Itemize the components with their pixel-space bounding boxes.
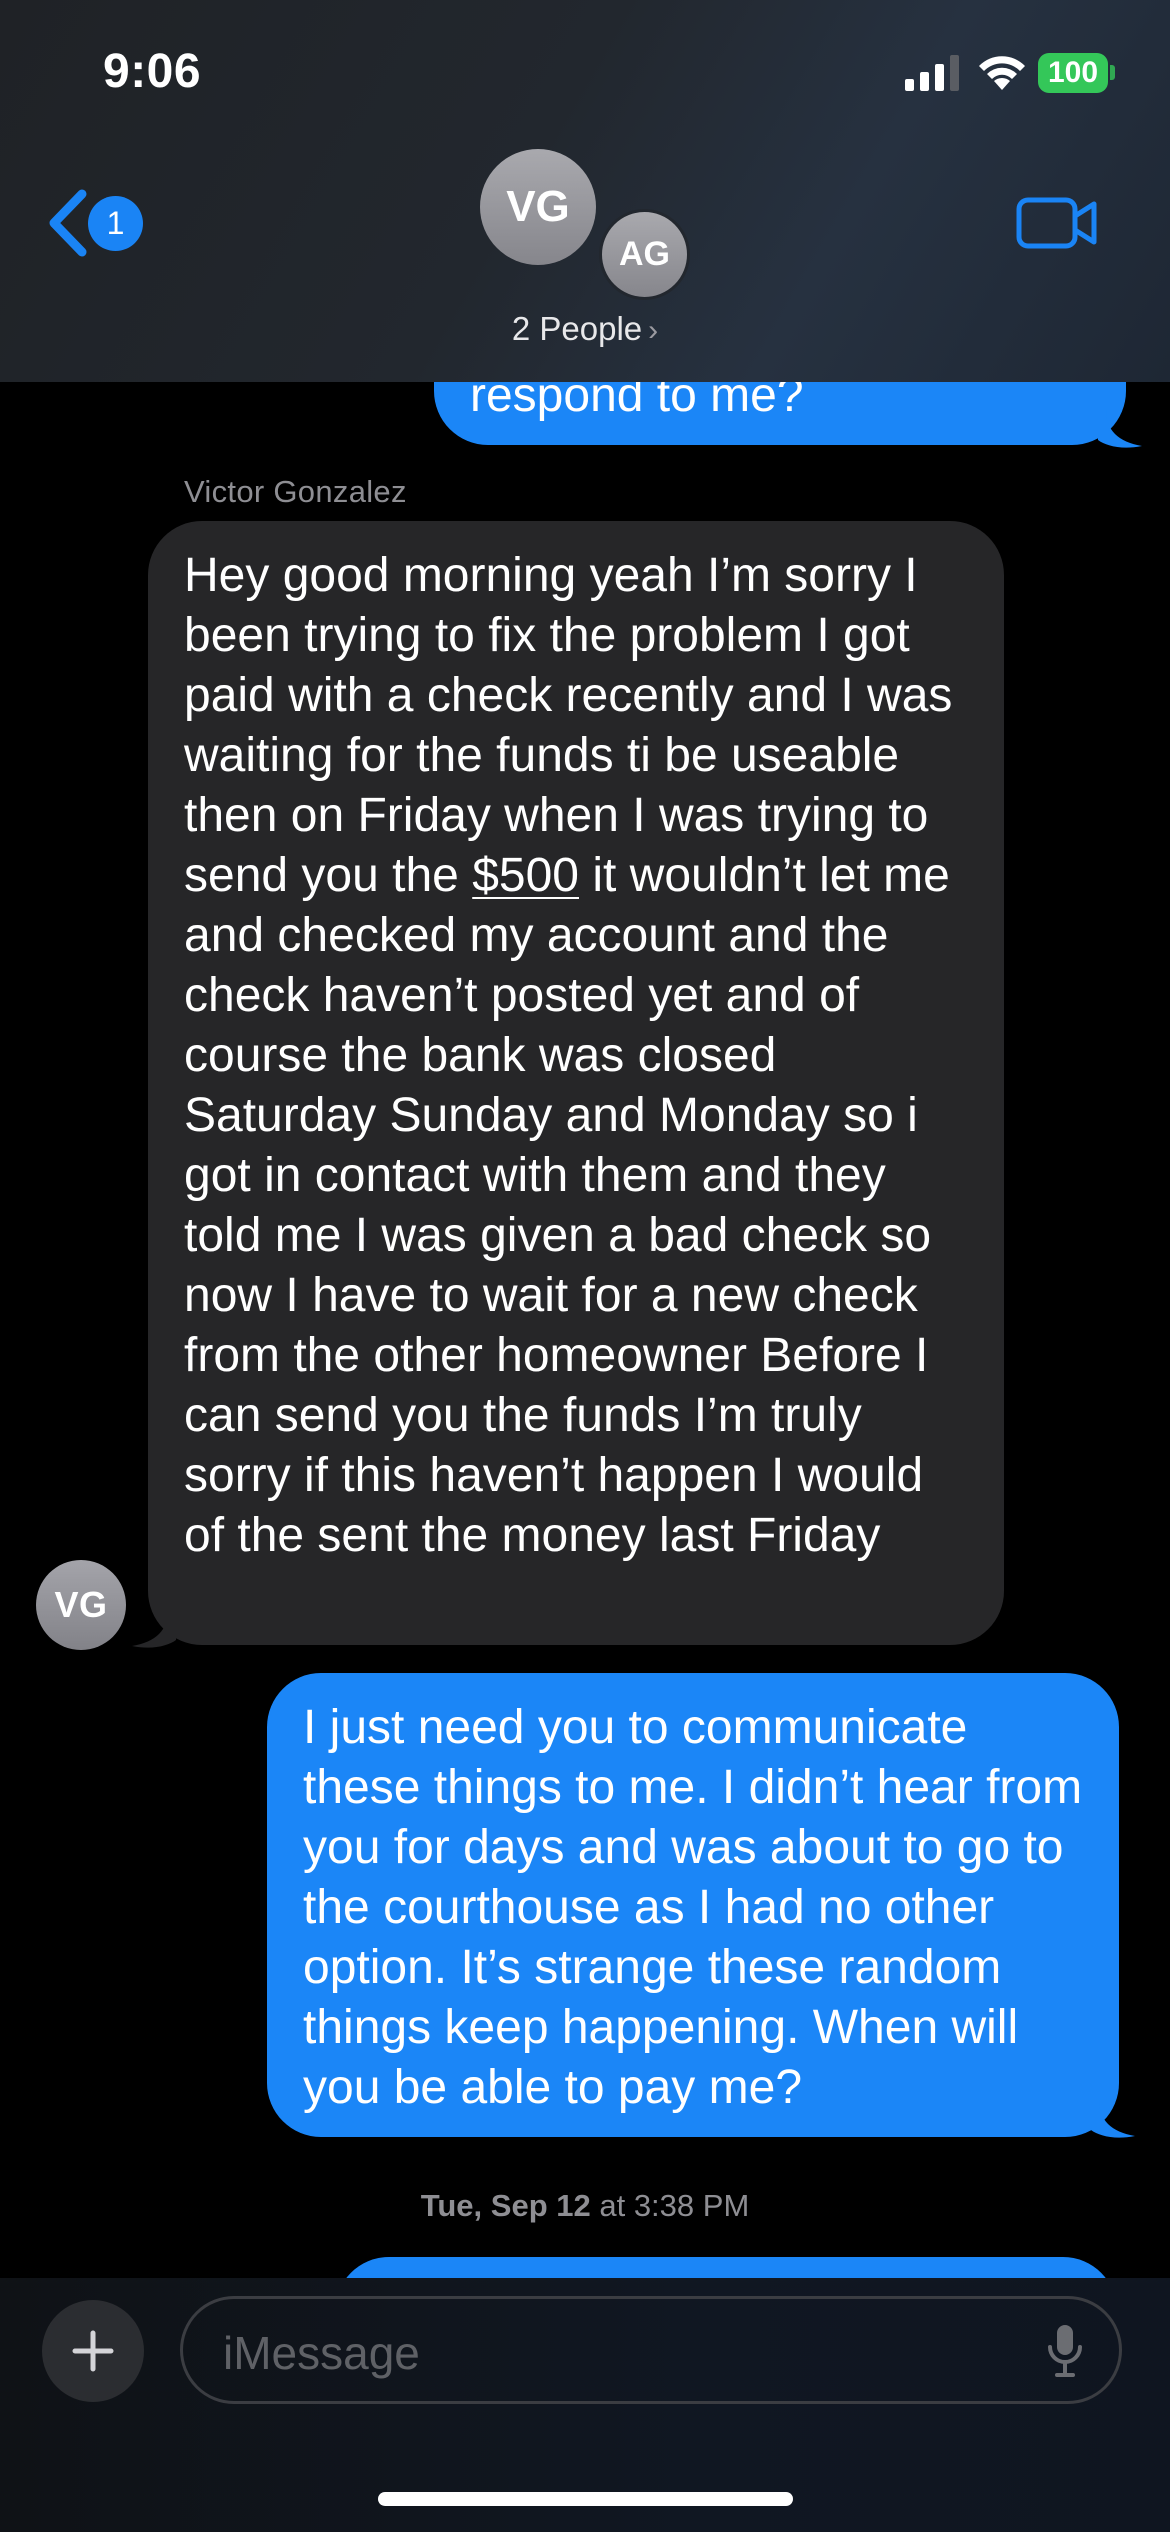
- message-input[interactable]: iMessage: [180, 2296, 1122, 2404]
- plus-button[interactable]: [42, 2300, 144, 2402]
- home-indicator[interactable]: [378, 2492, 793, 2506]
- people-label: 2 People: [511, 310, 643, 347]
- message-placeholder: iMessage: [223, 2327, 420, 2379]
- battery-icon: 100: [1038, 53, 1108, 93]
- unread-badge[interactable]: 1: [88, 196, 143, 251]
- participant-avatar[interactable]: AG: [599, 209, 690, 300]
- timestamp-time: at 3:38 PM: [590, 2188, 750, 2223]
- battery-nub: [1110, 65, 1115, 80]
- timestamp-date: Tue, Sep 12: [420, 2188, 591, 2223]
- people-button[interactable]: 2 People ›: [0, 310, 1170, 348]
- microphone-icon[interactable]: [1047, 2323, 1083, 2379]
- plus-icon: [72, 2330, 114, 2372]
- amount-link[interactable]: $500: [472, 849, 579, 902]
- message-text: I just need you to communicate these thi…: [303, 1701, 1096, 2114]
- chevron-right-icon: ›: [648, 314, 659, 347]
- sender-avatar[interactable]: VG: [36, 1560, 126, 1650]
- bubble-tail: [1098, 410, 1142, 448]
- status-time: 9:06: [103, 45, 202, 98]
- sender-name: Victor Gonzalez: [184, 474, 407, 509]
- outgoing-message-bubble[interactable]: I just need you to communicate these thi…: [267, 1673, 1119, 2137]
- video-camera-icon[interactable]: [1016, 196, 1098, 250]
- cellular-signal-icon: [905, 55, 959, 91]
- conversation-header: 9:06 100 1 VG AG 2 People ›: [0, 0, 1170, 382]
- bubble-tail: [132, 1610, 176, 1648]
- message-text-part: it wouldn’t let me and checked my accoun…: [184, 849, 964, 1562]
- participant-avatar[interactable]: VG: [480, 149, 596, 265]
- incoming-message-bubble[interactable]: Hey good morning yeah I’m sorry I been t…: [148, 521, 1004, 1645]
- bubble-tail: [1091, 2100, 1135, 2138]
- wifi-icon: [979, 56, 1025, 90]
- message-timestamp: Tue, Sep 12 at 3:38 PM: [0, 2188, 1170, 2224]
